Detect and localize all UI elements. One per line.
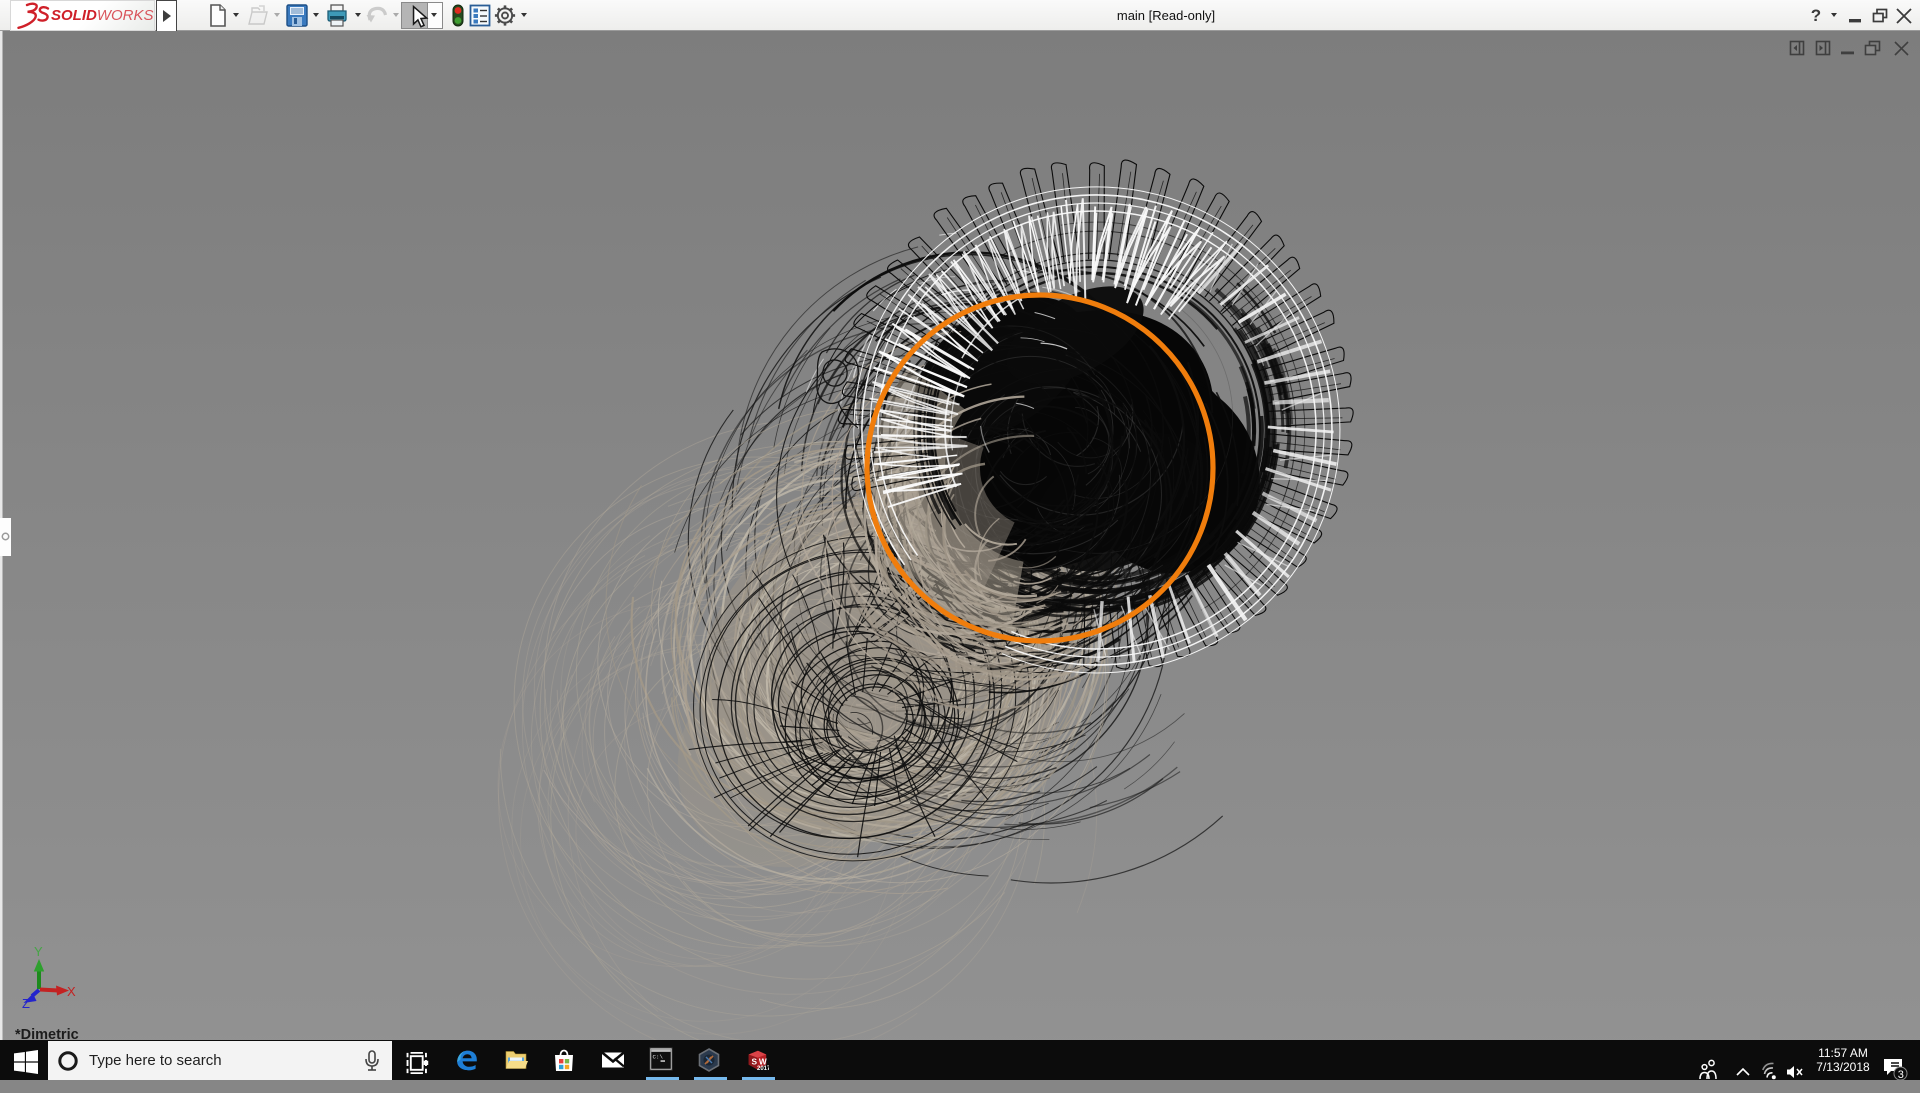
svg-text:C:\: C:\ (653, 1054, 664, 1061)
svg-text:*Dimetric: *Dimetric (15, 1027, 79, 1040)
svg-text:3: 3 (1898, 1069, 1904, 1081)
svg-text:W: W (759, 1057, 767, 1067)
svg-text:X: X (67, 984, 76, 999)
svg-text:S: S (751, 1057, 757, 1067)
svg-text:2017: 2017 (757, 1066, 769, 1072)
svg-text:Y: Y (34, 944, 43, 959)
svg-text:Z: Z (22, 996, 30, 1011)
